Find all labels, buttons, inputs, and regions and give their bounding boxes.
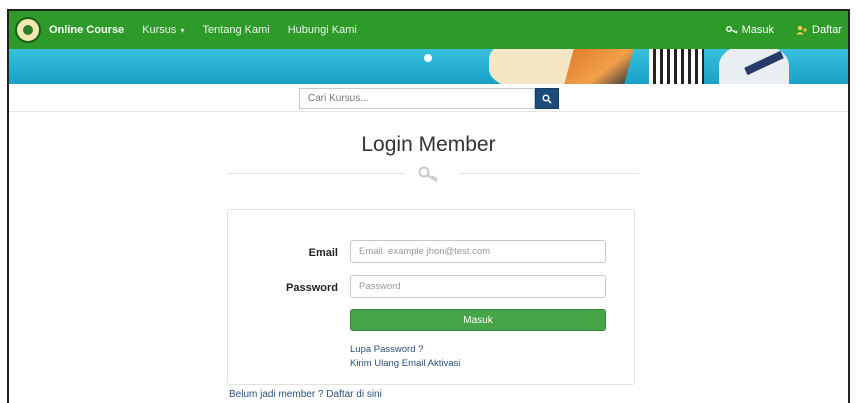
nav-tentang-kami[interactable]: Tentang Kami bbox=[202, 24, 269, 36]
search-input[interactable]: Cari Kursus... bbox=[299, 88, 535, 109]
navbar: Online Course Kursus ▾ Tentang Kami Hubu… bbox=[9, 11, 848, 49]
banner-decoration bbox=[649, 49, 704, 84]
divider-right bbox=[459, 173, 639, 174]
nav-hubungi-kami[interactable]: Hubungi Kami bbox=[288, 24, 357, 36]
login-panel: Email Email. example jhon@test.com Passw… bbox=[227, 209, 635, 385]
search-button[interactable] bbox=[535, 88, 559, 109]
browser-frame: Online Course Kursus ▾ Tentang Kami Hubu… bbox=[7, 9, 850, 403]
resend-activation-link[interactable]: Kirim Ulang Email Aktivasi bbox=[350, 358, 460, 369]
login-submit-button[interactable]: Masuk bbox=[350, 309, 606, 331]
key-icon bbox=[725, 26, 738, 34]
user-plus-icon bbox=[796, 25, 808, 35]
brand-logo bbox=[15, 17, 41, 43]
nav-kursus-label: Kursus bbox=[142, 24, 177, 36]
hero-banner bbox=[9, 49, 848, 84]
nav-login-label: Masuk bbox=[741, 24, 775, 36]
email-field[interactable]: Email. example jhon@test.com bbox=[350, 240, 606, 263]
divider-left bbox=[227, 173, 405, 174]
search-bar: Cari Kursus... bbox=[9, 86, 848, 112]
key-icon bbox=[418, 166, 438, 182]
nav-tentang-kami-label: Tentang Kami bbox=[202, 24, 270, 36]
nav-login[interactable]: Masuk bbox=[725, 24, 775, 36]
login-submit-label: Masuk bbox=[463, 314, 493, 326]
page-title: Login Member bbox=[361, 133, 496, 156]
search-icon bbox=[542, 94, 552, 104]
banner-decoration bbox=[562, 49, 636, 84]
email-label: Email bbox=[308, 247, 338, 259]
banner-decoration bbox=[424, 54, 432, 62]
register-link[interactable]: Belum jadi member ? Daftar di sini bbox=[229, 389, 382, 400]
caret-down-icon: ▾ bbox=[180, 25, 185, 35]
password-label: Password bbox=[286, 282, 338, 294]
nav-hubungi-kami-label: Hubungi Kami bbox=[287, 24, 357, 36]
nav-register-label: Daftar bbox=[812, 24, 842, 36]
nav-register[interactable]: Daftar bbox=[796, 24, 842, 36]
brand-name: Online Course bbox=[49, 24, 125, 36]
nav-right: Masuk Daftar bbox=[704, 24, 842, 36]
nav-kursus[interactable]: Kursus ▾ bbox=[142, 24, 184, 36]
brand[interactable]: Online Course bbox=[15, 17, 124, 43]
forgot-password-link[interactable]: Lupa Password ? bbox=[350, 344, 423, 355]
password-field[interactable]: Password bbox=[350, 275, 606, 298]
